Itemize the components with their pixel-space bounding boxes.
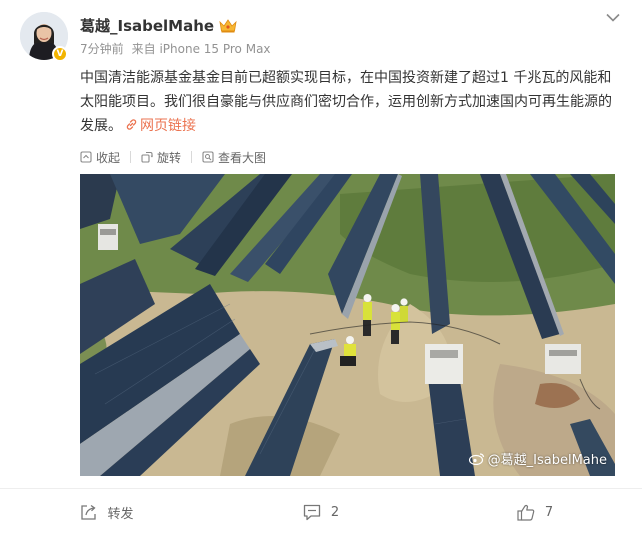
like-count: 7: [544, 505, 554, 520]
web-link-label: 网页链接: [140, 118, 196, 134]
post-actions: 转发 2 7: [0, 489, 642, 536]
image-watermark: @葛越_IsabelMahe: [468, 449, 607, 468]
view-large-label: 查看大图: [218, 150, 267, 165]
post-time[interactable]: 7分钟前: [80, 40, 124, 57]
web-link[interactable]: 网页链接: [122, 118, 196, 134]
rotate-label: 旋转: [157, 150, 182, 165]
comment-icon: [303, 504, 321, 521]
watermark-text: @葛越_IsabelMahe: [487, 453, 607, 468]
toolbar-divider: [191, 151, 193, 163]
weibo-post-card: V 葛越_IsabelMahe 7分钟前 来自 iPhone 15 Pro Ma…: [0, 0, 642, 536]
post-text: 中国清洁能源基金基金目前已超额实现目标，在中国投资新建了超过1 千兆瓦的风能和太…: [80, 66, 625, 138]
collapse-icon: [80, 151, 92, 163]
toolbar-divider: [130, 151, 132, 163]
post-author: 葛越_IsabelMahe: [80, 15, 238, 36]
link-icon: [125, 114, 138, 138]
chevron-down-icon: [606, 13, 620, 22]
collapse-label: 收起: [96, 150, 121, 165]
crown-icon[interactable]: [218, 18, 238, 34]
post-image[interactable]: @葛越_IsabelMahe: [80, 174, 615, 476]
repost-label: 转发: [107, 507, 134, 522]
view-large-button[interactable]: 查看大图: [202, 149, 266, 166]
thumbs-up-icon: [517, 504, 535, 521]
solar-farm-photo: [80, 174, 615, 476]
username-link[interactable]: 葛越_IsabelMahe: [80, 15, 214, 36]
post-source: 来自 iPhone 15 Pro Max: [131, 42, 271, 56]
comment-button[interactable]: 2: [214, 504, 428, 521]
rotate-button[interactable]: 旋转: [141, 149, 181, 166]
post-meta: 7分钟前 来自 iPhone 15 Pro Max: [80, 40, 271, 57]
like-button[interactable]: 7: [428, 504, 642, 521]
media-toolbar: 收起 旋转 查看大图: [80, 146, 266, 168]
rotate-icon: [141, 151, 154, 163]
weibo-logo-icon: [468, 453, 484, 465]
repost-button[interactable]: 转发: [0, 503, 214, 522]
comment-count: 2: [330, 505, 340, 520]
magnify-icon: [202, 151, 214, 163]
repost-icon: [81, 504, 97, 520]
verified-badge-icon: V: [52, 46, 68, 62]
more-options-button[interactable]: [602, 8, 624, 26]
collapse-button[interactable]: 收起: [80, 149, 120, 166]
